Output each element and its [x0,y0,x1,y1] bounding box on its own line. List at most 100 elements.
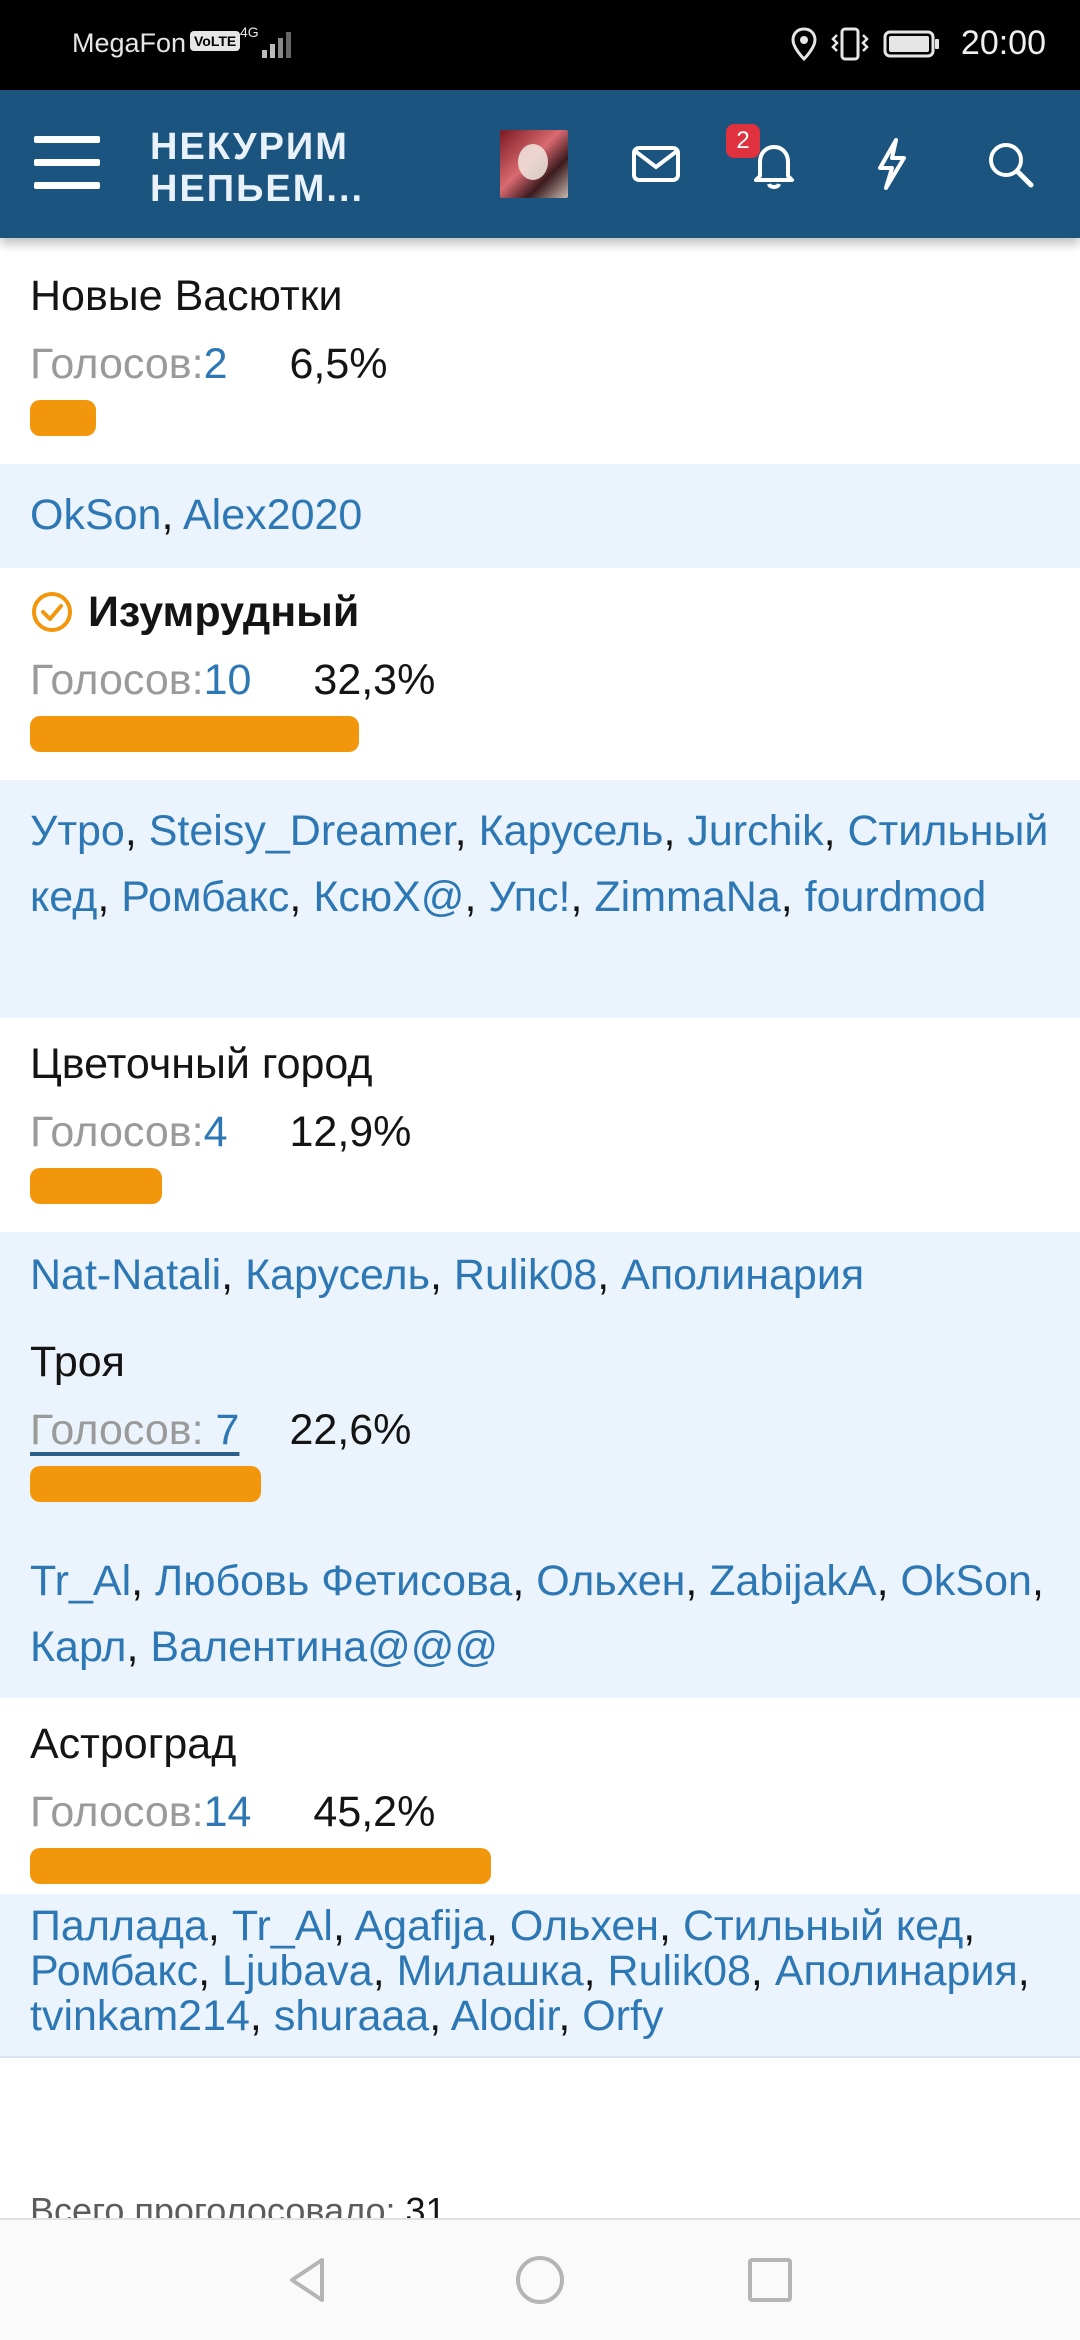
votes-count[interactable]: 10 [204,654,252,706]
network-type: 4G [240,24,259,40]
logo-line-2: НЕПЬЕМ... [150,168,365,210]
status-bar: MegaFon VoLTE 4G 20:00 [0,0,1080,90]
votes-label: Голосов: [30,1108,204,1156]
voter-link[interactable]: Tr_Al [30,1557,131,1605]
voter-link[interactable]: Alodir [451,1992,559,2040]
poll-option: Троя Голосов: 7 22,6% [0,1336,1080,1548]
separator: , [1017,1947,1030,1995]
voter-link[interactable]: Nat-Natali [30,1251,221,1299]
voter-link[interactable]: OkSon [30,491,161,539]
result-bar [30,1466,261,1502]
location-icon [791,26,817,61]
separator: , [161,491,183,539]
voter-link[interactable]: ZimmaNa [594,873,780,921]
voter-link[interactable]: Утро [30,807,125,855]
site-logo[interactable]: НЕКУРИМ НЕПЬЕМ... [150,126,364,210]
separator: , [663,807,688,855]
separator: , [198,1947,223,1995]
voter-link[interactable]: Ольхен [510,1902,659,1950]
voter-link[interactable]: Стильный кед [683,1902,963,1950]
voter-link[interactable]: Упс! [488,873,570,921]
voter-link[interactable]: Ромбакс [30,1947,198,1995]
separator: , [289,873,314,921]
voter-link[interactable]: tvinkam214 [30,1992,250,2040]
voter-link[interactable]: Agafija [355,1902,486,1950]
voter-link[interactable]: Паллада [30,1902,208,1950]
option-stats[interactable]: Голосов: 2 6,5% [30,338,1050,390]
voter-link[interactable]: Steisy_Dreamer [149,807,455,855]
voter-link[interactable]: Аполинария [621,1251,864,1299]
poll-option: Астроград Голосов: 14 45,2% [0,1698,1080,1840]
voter-list: OkSon, Alex2020 [0,464,1080,568]
lightning-icon[interactable] [862,134,922,194]
separator: , [207,1902,232,1950]
votes-count[interactable]: 2 [204,338,228,390]
poll-option: Цветочный город Голосов: 4 12,9% [0,1018,1080,1232]
separator: , [372,1947,397,1995]
envelope-icon[interactable] [626,134,686,194]
votes-percent: 6,5% [289,340,388,388]
voter-link[interactable]: Аполинария [775,1947,1018,1995]
poll-option: Изумрудный Голосов: 10 32,3% [0,568,1080,780]
voter-link[interactable]: Ромбакс [121,873,289,921]
clock: 20:00 [960,24,1046,62]
separator: , [485,1902,510,1950]
menu-icon[interactable] [34,136,100,192]
voter-list: Tr_Al, Любовь Фетисова, Ольхен, ZabijakA… [0,1548,1080,1698]
separator: , [97,873,122,921]
voter-link[interactable]: Валентина@@@ [150,1623,498,1671]
vibrate-icon [831,27,869,60]
voter-link[interactable]: OkSon [900,1557,1031,1605]
option-stats[interactable]: Голосов: 14 45,2% [30,1786,1050,1838]
search-icon[interactable] [980,134,1040,194]
voter-link[interactable]: fourdmod [805,873,987,921]
voter-link[interactable]: Любовь Фетисова [155,1557,512,1605]
home-icon[interactable] [510,2250,570,2310]
separator: , [558,1992,583,2040]
votes-link[interactable]: Голосов: 7 [30,1404,239,1456]
voter-link[interactable]: КсюХ@ [313,873,464,921]
voter-link[interactable]: Jurchik [687,807,823,855]
option-stats[interactable]: Голосов: 7 22,6% [30,1404,1050,1456]
separator: , [823,807,848,855]
result-bar [30,1848,491,1884]
votes-label: Голосов: [30,340,204,388]
option-title-row: Изумрудный [30,586,1050,638]
votes-count[interactable]: 14 [204,1786,252,1838]
voter-link[interactable]: Ljubava [222,1947,373,1995]
voter-link[interactable]: Orfy [582,1992,663,2040]
voter-link[interactable]: shuraaa [274,1992,429,2040]
separator: , [876,1557,901,1605]
option-stats[interactable]: Голосов: 4 12,9% [30,1106,1050,1158]
voter-link[interactable]: Ольхен [536,1557,685,1605]
voter-link[interactable]: Карусель [245,1251,430,1299]
separator: , [512,1557,537,1605]
voter-link[interactable]: ZabijakA [709,1557,876,1605]
separator: , [126,1623,151,1671]
voter-link[interactable]: Tr_Al [232,1902,333,1950]
separator: , [464,873,489,921]
separator: , [429,1992,451,2040]
avatar[interactable] [500,130,568,198]
option-stats[interactable]: Голосов: 10 32,3% [30,654,1050,706]
votes-percent: 22,6% [289,1406,412,1454]
recents-icon[interactable] [740,2250,800,2310]
voter-link[interactable]: Карусель [479,807,664,855]
votes-count[interactable]: 4 [204,1106,228,1158]
voter-link[interactable]: Карл [30,1623,127,1671]
voter-link[interactable]: Rulik08 [454,1251,597,1299]
system-nav-bar [0,2218,1080,2340]
voter-list: Nat-Natali, Карусель, Rulik08, Аполинари… [0,1232,1080,1336]
result-bar [30,400,96,436]
result-bar [30,716,359,752]
poll-results: Новые Васютки Голосов: 2 6,5% OkSon, Ale… [0,238,1080,2058]
separator: , [583,1947,608,1995]
carrier-name: MegaFon [72,28,187,58]
voter-link[interactable]: Милашка [397,1947,584,1995]
back-icon[interactable] [278,2250,338,2310]
voter-link[interactable]: Alex2020 [183,491,362,539]
option-title: Изумрудный [88,588,360,636]
option-title: Новые Васютки [30,272,343,320]
voter-link[interactable]: Rulik08 [608,1947,751,1995]
option-title: Троя [30,1338,125,1386]
